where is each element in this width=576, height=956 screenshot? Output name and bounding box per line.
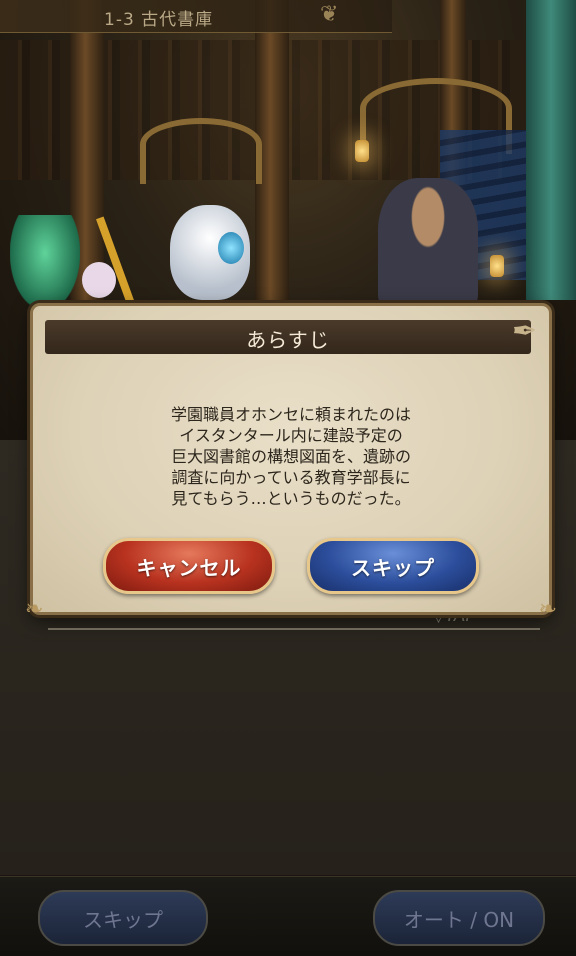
dialog-header: あらすじ ✒ (45, 314, 537, 354)
quill-icon: ✒ (511, 314, 537, 349)
ornament-corner-icon: ❧ (538, 597, 557, 622)
fairy-character (10, 215, 80, 310)
skip-button[interactable]: スキップ (307, 538, 479, 594)
auto-toggle-button[interactable]: オート / ON (373, 890, 545, 946)
marble-column (526, 0, 576, 300)
stage-header: 1-3 古代書庫 ❦ (0, 0, 392, 33)
lamp-icon (490, 255, 504, 277)
synopsis-text: 学園職員オホンセに頼まれたのは イスタンタール内に建設予定の 巨大図書館の構想図… (170, 405, 411, 508)
girl-character (82, 262, 116, 298)
dialog-title: あらすじ (246, 328, 330, 352)
footer-skip-button[interactable]: スキップ (38, 890, 208, 946)
mascot-eye (218, 232, 244, 264)
ornament-corner-icon: ❧ (25, 597, 44, 622)
ornament-flourish-icon: ❦ (320, 2, 339, 27)
professor-character (378, 178, 478, 308)
cancel-button[interactable]: キャンセル (103, 538, 275, 594)
balcony-railing (140, 118, 262, 184)
stage-title: 1-3 古代書庫 (104, 10, 214, 30)
synopsis-dialog: あらすじ ✒ 学園職員オホンセに頼まれたのは イスタンタール内に建設予定の 巨大… (25, 303, 557, 622)
lamp-icon (355, 140, 369, 162)
